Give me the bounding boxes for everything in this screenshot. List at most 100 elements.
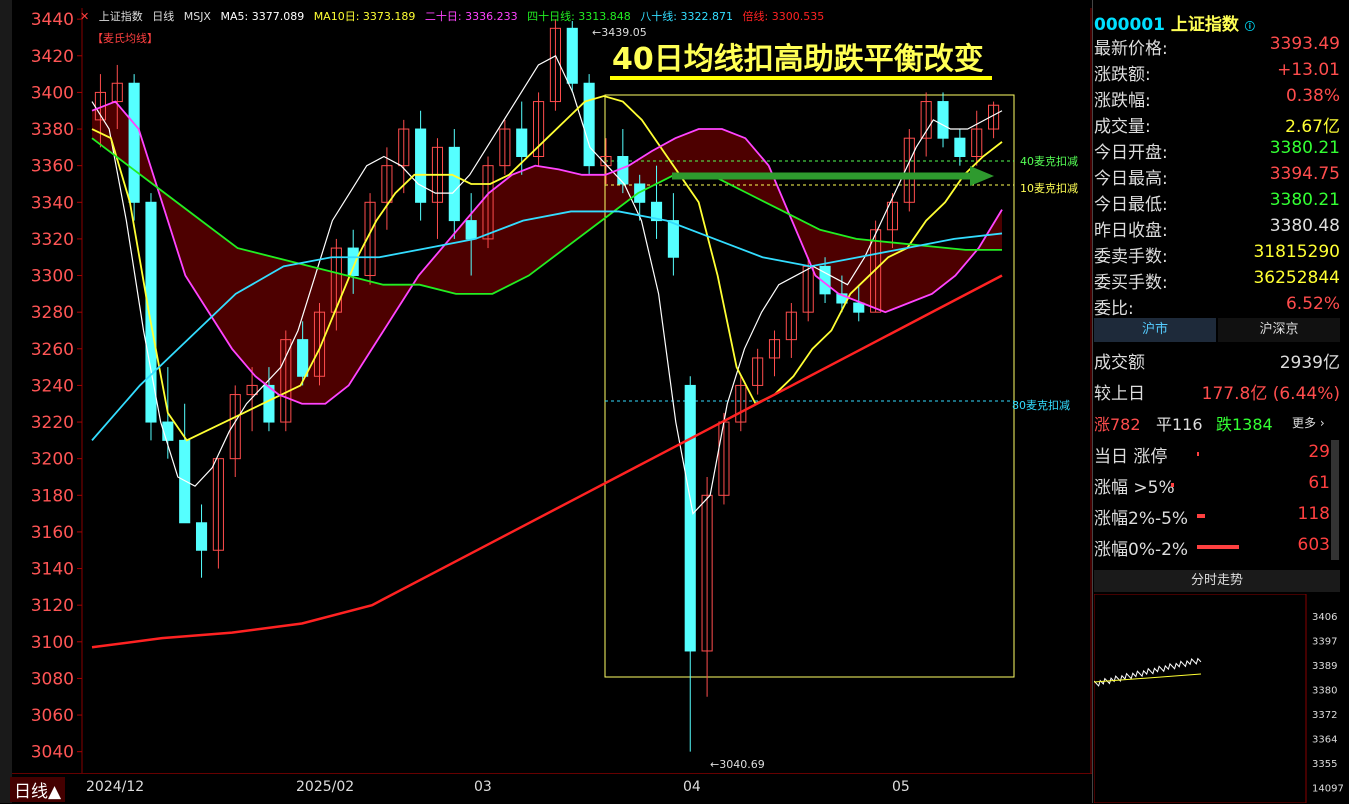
candle-body [566, 27, 578, 84]
ma-legend: ✕ 上证指数 日线 MSJX MA5: 3377.089 MA10日: 3373… [80, 8, 830, 24]
info-icon[interactable]: ⓘ [1245, 22, 1255, 33]
mini-avg-line [1094, 673, 1202, 683]
x-label: 2024/12 [86, 779, 145, 795]
mini-y-label: 14097 [1312, 784, 1344, 795]
candle-body [128, 82, 140, 203]
vs-prev-value: 177.8亿 (6.44%) [1201, 384, 1340, 404]
period-button[interactable]: 日线▲ [10, 777, 66, 802]
turnover-row: 成交额 2939亿 [1094, 348, 1340, 374]
candle-body [297, 339, 309, 377]
mini-y-label: 3406 [1312, 612, 1337, 623]
quote-label: 昨日收盘: [1094, 221, 1168, 241]
quote-value: +13.01 [1277, 60, 1340, 80]
y-tick-label: 3440 [31, 10, 74, 30]
quote-value: 31815290 [1253, 242, 1340, 262]
distribution-bar [1197, 514, 1206, 518]
turnover-label: 成交额 [1094, 353, 1145, 373]
legend-period: 日线 [152, 10, 175, 23]
quote-label: 委买手数: [1094, 273, 1168, 293]
quote-row: 今日开盘: 3380.21 [1094, 138, 1340, 164]
quote-label: 最新价格: [1094, 39, 1168, 59]
quote-row: 委卖手数: 31815290 [1094, 242, 1340, 268]
x-label: 05 [892, 779, 910, 795]
vs-prev-row: 较上日 177.8亿 (6.44%) [1094, 379, 1340, 405]
candle-body [954, 137, 966, 158]
quote-row: 涨跌幅: 0.38% [1094, 86, 1340, 112]
mini-frame [1094, 594, 1307, 803]
quote-row: 委买手数: 36252844 [1094, 268, 1340, 294]
candle-body [415, 128, 427, 203]
deduct-label: 10麦克扣减 [1020, 181, 1078, 195]
legend-ma10: MA10日: 3373.189 [313, 10, 416, 23]
legend-close-icon[interactable]: ✕ [80, 10, 89, 23]
quote-label: 涨跌幅: [1094, 91, 1151, 111]
tab-all-markets[interactable]: 沪深京 [1218, 318, 1340, 342]
y-tick-label: 3100 [31, 633, 74, 653]
candle-body [667, 220, 679, 258]
low-price-label: ←3040.69 [710, 758, 765, 771]
legend-ma5: MA5: 3377.089 [220, 10, 305, 23]
panel-scrollbar[interactable] [1331, 440, 1339, 560]
breadth-row: 涨782 平116 跌1384 更多 › [1094, 411, 1340, 437]
quote-value: 36252844 [1253, 268, 1340, 288]
y-tick-label: 3180 [31, 486, 74, 506]
turnover-value: 2939亿 [1279, 353, 1340, 373]
quote-row: 委比: 6.52% [1094, 294, 1340, 320]
mini-y-label: 3372 [1312, 710, 1337, 721]
quote-row: 最新价格: 3393.49 [1094, 34, 1340, 60]
quote-row: 今日最低: 3380.21 [1094, 190, 1340, 216]
breadth-down: 跌1384 [1216, 415, 1273, 434]
candle-body [583, 82, 595, 167]
ma-band-fill [92, 101, 1002, 404]
quote-value: 2.67亿 [1285, 117, 1340, 137]
mini-chart-title[interactable]: 分时走势 [1094, 570, 1340, 592]
distribution-row: 当日 涨停 29 [1094, 442, 1330, 470]
y-tick-label: 3240 [31, 376, 74, 396]
y-tick-label: 3340 [31, 193, 74, 213]
kline-svg: 3440 3420 3400 3380 3360 3340 3320 3300 3280 3260… [31, 8, 1092, 773]
mini-y-label: 3355 [1312, 759, 1337, 770]
quote-label: 委卖手数: [1094, 247, 1168, 267]
y-tick-label: 3400 [31, 83, 74, 103]
quote-value: 6.52% [1285, 294, 1340, 314]
tab-shanghai[interactable]: 沪市 [1094, 318, 1216, 342]
candle-body [179, 439, 191, 524]
index-code: 000001 [1094, 15, 1165, 35]
quote-value: 3394.75 [1269, 164, 1340, 184]
candle-body [162, 421, 174, 441]
y-tick-label: 3200 [31, 450, 74, 470]
distribution-label: 涨幅 >5% [1094, 478, 1175, 498]
candle-body [448, 146, 460, 222]
candle-body [937, 101, 949, 139]
quote-label: 今日开盘: [1094, 143, 1168, 163]
candle-body [263, 384, 275, 423]
kline-chart[interactable]: 3440 3420 3400 3380 3360 3340 3320 3300 3280 3260… [12, 8, 1092, 773]
distribution-bar [1171, 483, 1174, 487]
quote-label: 成交量: [1094, 117, 1151, 137]
quote-label: 今日最低: [1094, 195, 1168, 215]
quote-value: 3380.48 [1269, 216, 1340, 236]
y-tick-label: 3380 [31, 120, 74, 140]
mini-y-label: 3389 [1312, 661, 1337, 672]
mini-y-label: 3380 [1312, 686, 1337, 697]
distribution-row: 涨幅 >5% 61 [1094, 473, 1330, 501]
quote-value: 3380.21 [1269, 190, 1340, 210]
legend-ma40: 四十日线: 3313.848 [527, 10, 631, 23]
left-toolbar[interactable] [0, 0, 12, 803]
distribution-label: 涨幅0%-2% [1094, 540, 1189, 560]
x-label: 2025/02 [296, 779, 355, 795]
more-link[interactable]: 更多 › [1292, 414, 1325, 431]
quote-value: 3393.49 [1269, 34, 1340, 54]
distribution-label: 涨幅2%-5% [1094, 509, 1189, 529]
y-tick-label: 3040 [31, 743, 74, 763]
distribution-value: 603 [1297, 535, 1330, 555]
quote-label: 涨跌额: [1094, 65, 1151, 85]
y-tick-label: 3360 [31, 157, 74, 177]
deduct-label: 40麦克扣减 [1020, 154, 1078, 168]
distribution-value: 61 [1308, 473, 1330, 493]
candle-body [347, 247, 359, 277]
vs-prev-label: 较上日 [1094, 384, 1145, 404]
mini-intraday-chart[interactable]: 3406 3397 3389 3380 3372 3364 3355 14097 [1094, 594, 1349, 803]
quote-value: 3380.21 [1269, 138, 1340, 158]
quote-label: 今日最高: [1094, 169, 1168, 189]
